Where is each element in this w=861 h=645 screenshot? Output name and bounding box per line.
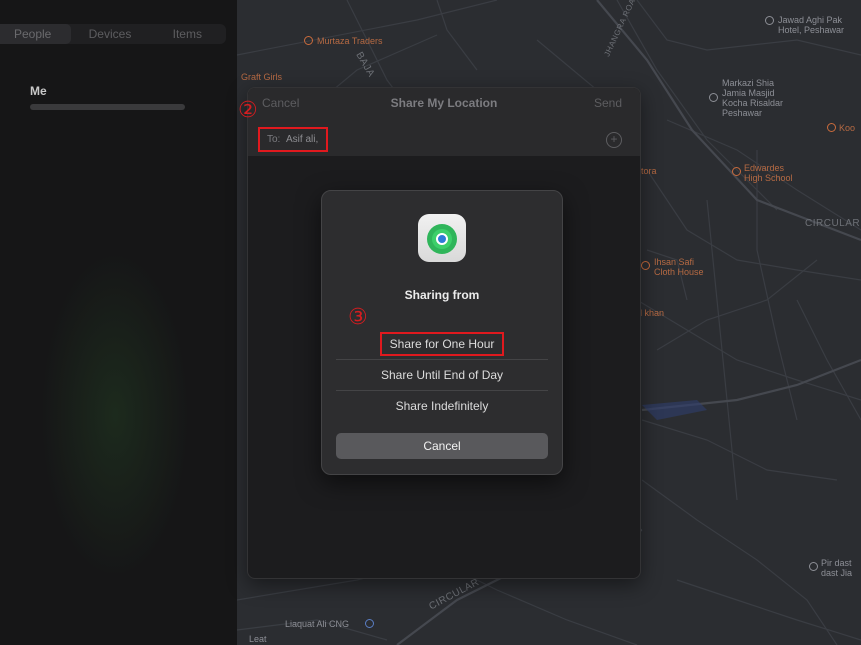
to-label: To: (267, 134, 281, 145)
share-end-of-day-option[interactable]: Share Until End of Day (336, 359, 548, 390)
sidebar-glow (40, 250, 190, 580)
share-indefinitely-option[interactable]: Share Indefinitely (336, 390, 548, 421)
tab-people[interactable]: People (0, 24, 72, 44)
tab-devices[interactable]: Devices (71, 24, 148, 44)
map-label-murtaza[interactable]: Murtaza Traders (317, 36, 383, 46)
dialog-title: Sharing from (404, 288, 480, 302)
map-pin-icon[interactable] (827, 123, 836, 132)
sidebar: People Devices Items Me (0, 0, 237, 645)
step-two-marker: ② (238, 97, 258, 122)
tab-items[interactable]: Items (149, 24, 226, 44)
map-pin-icon[interactable] (304, 36, 313, 45)
map-road-circular-right: CIRCULAR (805, 218, 861, 229)
dialog-cancel-button[interactable]: Cancel (336, 433, 548, 459)
map-label-koo[interactable]: Koo (839, 123, 855, 133)
map-label-pir[interactable]: Pir dast dast Jia (821, 558, 852, 578)
share-window-header: Cancel Share My Location Send To: Asif a… (248, 88, 640, 156)
share-window-title: Share My Location (390, 96, 498, 110)
segmented-control: People Devices Items (0, 24, 226, 44)
recipient-value[interactable]: Asif ali, (286, 134, 318, 145)
map-label-leat[interactable]: Leat (249, 634, 267, 644)
map-label-liaquat[interactable]: Liaquat Ali CNG (285, 619, 349, 629)
map-pin-icon[interactable] (809, 562, 818, 571)
map-label-tora[interactable]: tora (641, 166, 657, 176)
step-three-marker: ③ (348, 304, 368, 329)
find-my-app-icon (418, 214, 466, 262)
map-label-edwardes[interactable]: Edwardes High School (744, 163, 793, 183)
me-location-placeholder (30, 104, 185, 110)
sharing-options-dialog: Sharing from Share for One Hour Share Un… (321, 190, 563, 475)
map-label-ihsan[interactable]: Ihsan Safi Cloth House (654, 257, 704, 277)
map-pin-icon[interactable] (365, 619, 374, 628)
map-label-jawad[interactable]: Jawad Aghi Pak Hotel, Peshawar (778, 15, 844, 35)
map-pin-icon[interactable] (732, 167, 741, 176)
share-one-hour-option[interactable]: Share for One Hour (336, 329, 548, 359)
me-label[interactable]: Me (30, 84, 47, 98)
map-label-ikhan[interactable]: l khan (640, 308, 664, 318)
share-one-hour-label: Share for One Hour (379, 332, 505, 356)
map-pin-icon[interactable] (765, 16, 774, 25)
send-button[interactable]: Send (594, 96, 622, 110)
recipient-field[interactable]: To: Asif ali, (258, 127, 328, 152)
map-pin-icon[interactable] (641, 261, 650, 270)
map-pin-icon[interactable] (709, 93, 718, 102)
map-label-graft[interactable]: Graft Girls (241, 72, 282, 82)
map-label-markazi[interactable]: Markazi Shia Jamia Masjid Kocha Risaldar Pe… (722, 78, 783, 118)
add-recipient-icon[interactable]: + (606, 132, 622, 148)
